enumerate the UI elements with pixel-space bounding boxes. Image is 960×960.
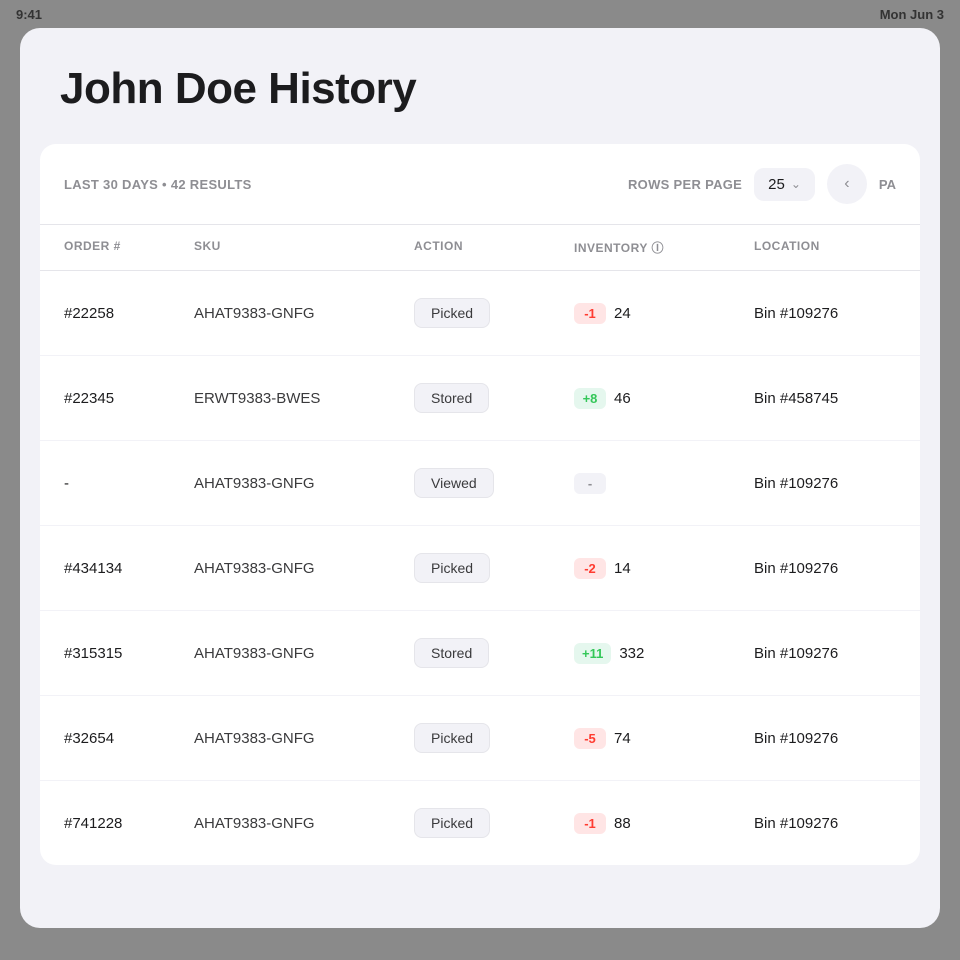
action-badge[interactable]: Picked (414, 723, 490, 753)
action-badge[interactable]: Viewed (414, 468, 494, 498)
delta-badge: - (574, 473, 606, 494)
location-value: Bin #109276 (754, 289, 920, 338)
col-sku: SKU (194, 225, 414, 270)
delta-badge: +8 (574, 388, 606, 409)
inventory-cell: -5 74 (574, 712, 754, 765)
quantity-value: 24 (614, 305, 631, 322)
quantity-value: 14 (614, 560, 631, 577)
action-badge[interactable]: Picked (414, 298, 490, 328)
action-cell: Picked (414, 282, 574, 344)
action-badge[interactable]: Stored (414, 638, 489, 668)
page-title: John Doe History (20, 28, 940, 144)
inventory-cell: - (574, 457, 754, 510)
inventory-cell: -1 88 (574, 797, 754, 850)
table-row: #315315 AHAT9383-GNFG Stored +11 332 Bin… (40, 611, 920, 696)
inventory-cell: +11 332 (574, 627, 754, 680)
action-cell: Stored (414, 622, 574, 684)
order-number: - (64, 459, 194, 508)
table-row: #741228 AHAT9383-GNFG Picked -1 88 Bin #… (40, 781, 920, 865)
col-order: ORDER # (64, 225, 194, 270)
col-location: LOCATION (754, 225, 920, 270)
table-row: #434134 AHAT9383-GNFG Picked -2 14 Bin #… (40, 526, 920, 611)
inventory-cell: -1 24 (574, 287, 754, 340)
order-number: #32654 (64, 714, 194, 763)
location-value: Bin #109276 (754, 799, 920, 848)
delta-badge: -1 (574, 303, 606, 324)
sku-value: AHAT9383-GNFG (194, 799, 414, 848)
table-toolbar: LAST 30 DAYS • 42 RESULTS ROWS PER PAGE … (40, 144, 920, 225)
pagination-controls: ROWS PER PAGE 25 ⌄ ‹ PA (628, 164, 896, 204)
action-cell: Picked (414, 792, 574, 854)
action-badge[interactable]: Picked (414, 553, 490, 583)
sku-value: AHAT9383-GNFG (194, 544, 414, 593)
results-info: LAST 30 DAYS • 42 RESULTS (64, 177, 252, 192)
table-row: #22258 AHAT9383-GNFG Picked -1 24 Bin #1… (40, 271, 920, 356)
inventory-cell: -2 14 (574, 542, 754, 595)
sku-value: ERWT9383-BWES (194, 374, 414, 423)
order-number: #741228 (64, 799, 194, 848)
sku-value: AHAT9383-GNFG (194, 459, 414, 508)
table-container: LAST 30 DAYS • 42 RESULTS ROWS PER PAGE … (40, 144, 920, 865)
order-number: #315315 (64, 629, 194, 678)
action-cell: Viewed (414, 452, 574, 514)
main-card: John Doe History LAST 30 DAYS • 42 RESUL… (20, 28, 940, 928)
delta-badge: -1 (574, 813, 606, 834)
table-body: #22258 AHAT9383-GNFG Picked -1 24 Bin #1… (40, 271, 920, 865)
quantity-value: 332 (619, 645, 644, 662)
location-value: Bin #109276 (754, 714, 920, 763)
location-value: Bin #109276 (754, 459, 920, 508)
order-number: #22258 (64, 289, 194, 338)
col-inventory: INVENTORY ⓘ (574, 225, 754, 270)
table-header: ORDER # SKU ACTION INVENTORY ⓘ LOCATION … (40, 225, 920, 271)
action-cell: Picked (414, 707, 574, 769)
location-value: Bin #109276 (754, 629, 920, 678)
order-number: #434134 (64, 544, 194, 593)
delta-badge: +11 (574, 643, 611, 664)
delta-badge: -5 (574, 728, 606, 749)
order-number: #22345 (64, 374, 194, 423)
table-row: #22345 ERWT9383-BWES Stored +8 46 Bin #4… (40, 356, 920, 441)
sku-value: AHAT9383-GNFG (194, 714, 414, 763)
location-value: Bin #458745 (754, 374, 920, 423)
sku-value: AHAT9383-GNFG (194, 629, 414, 678)
table-row: #32654 AHAT9383-GNFG Picked -5 74 Bin #1… (40, 696, 920, 781)
prev-page-button[interactable]: ‹ (827, 164, 867, 204)
col-action: ACTION (414, 225, 574, 270)
table-row: - AHAT9383-GNFG Viewed - Bin #109276 (40, 441, 920, 526)
inventory-cell: +8 46 (574, 372, 754, 425)
status-time: 9:41 (16, 7, 42, 22)
location-value: Bin #109276 (754, 544, 920, 593)
action-badge[interactable]: Stored (414, 383, 489, 413)
status-bar: 9:41 Mon Jun 3 (0, 0, 960, 28)
delta-badge: -2 (574, 558, 606, 579)
quantity-value: 88 (614, 815, 631, 832)
page-label: PA (879, 177, 896, 192)
rows-per-page-select[interactable]: 25 ⌄ (754, 168, 815, 201)
action-cell: Stored (414, 367, 574, 429)
quantity-value: 46 (614, 390, 631, 407)
action-cell: Picked (414, 537, 574, 599)
rows-value: 25 (768, 176, 785, 193)
action-badge[interactable]: Picked (414, 808, 490, 838)
quantity-value: 74 (614, 730, 631, 747)
status-date: Mon Jun 3 (880, 7, 944, 22)
rows-per-page-label: ROWS PER PAGE (628, 177, 742, 192)
chevron-down-icon: ⌄ (791, 177, 801, 191)
sku-value: AHAT9383-GNFG (194, 289, 414, 338)
